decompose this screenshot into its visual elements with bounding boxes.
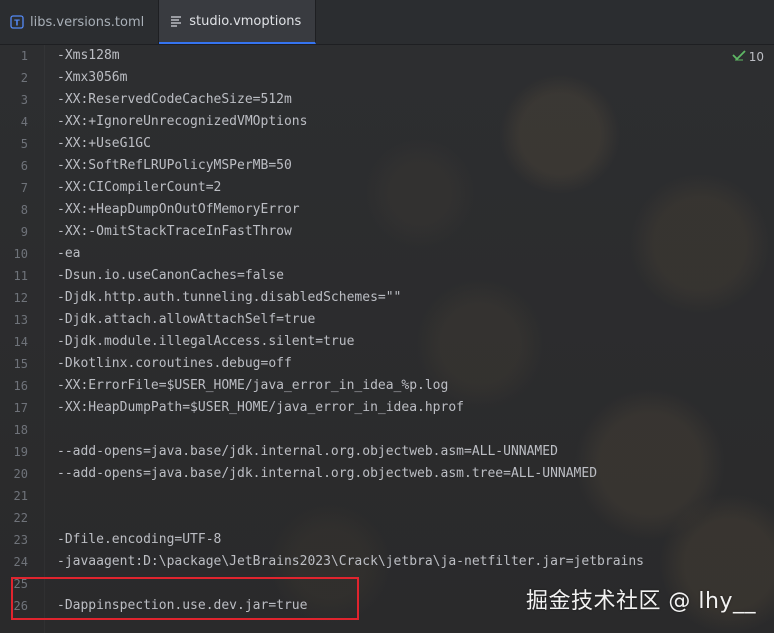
text-file-icon (169, 14, 183, 28)
code-line[interactable]: 3 -XX:ReservedCodeCacheSize=512m (0, 89, 774, 111)
code-line[interactable]: 8 -XX:+HeapDumpOnOutOfMemoryError (0, 199, 774, 221)
toml-file-icon: T (10, 15, 24, 29)
line-text[interactable]: -ea (57, 243, 80, 265)
line-number: 4 (20, 115, 28, 129)
line-text[interactable]: -Dsun.io.useCanonCaches=false (57, 265, 284, 287)
code-line[interactable]: 6 -XX:SoftRefLRUPolicyMSPerMB=50 (0, 155, 774, 177)
code-editor[interactable]: 10 1 -Xms128m 2 -Xmx3056m 3 -XX:ReservedCodeC… (0, 45, 774, 633)
code-line[interactable]: 14 -Djdk.module.illegalAccess.silent=true (0, 331, 774, 353)
line-text[interactable]: -XX:+IgnoreUnrecognizedVMOptions (57, 111, 307, 133)
code-line[interactable]: 11 -Dsun.io.useCanonCaches=false (0, 265, 774, 287)
line-text[interactable]: -Xms128m (57, 45, 120, 67)
line-number: 18 (13, 423, 28, 437)
svg-text:T: T (14, 19, 20, 28)
line-number: 3 (20, 93, 28, 107)
tab-label: studio.vmoptions (189, 13, 302, 29)
code-line[interactable]: 24 -javaagent:D:\package\JetBrains2023\Cr… (0, 551, 774, 573)
code-line[interactable]: 21 (0, 485, 774, 507)
code-line[interactable]: 22 (0, 507, 774, 529)
code-line[interactable]: 15 -Dkotlinx.coroutines.debug=off (0, 353, 774, 375)
line-number: 2 (20, 71, 28, 85)
line-number: 6 (20, 159, 28, 173)
line-text[interactable]: -XX:ErrorFile=$USER_HOME/java_error_in_i… (57, 375, 448, 397)
line-text[interactable]: -XX:+HeapDumpOnOutOfMemoryError (57, 199, 300, 221)
line-text[interactable]: -javaagent:D:\package\JetBrains2023\Crac… (57, 551, 644, 573)
line-text[interactable]: -Dfile.encoding=UTF-8 (57, 529, 221, 551)
code-line[interactable]: 23 -Dfile.encoding=UTF-8 (0, 529, 774, 551)
line-number: 24 (13, 555, 28, 569)
line-number: 19 (13, 445, 28, 459)
line-number: 1 (20, 49, 28, 63)
line-number: 20 (13, 467, 28, 481)
line-text[interactable]: -XX:HeapDumpPath=$USER_HOME/java_error_i… (57, 397, 464, 419)
tab-studio-vmoptions[interactable]: studio.vmoptions (159, 0, 317, 44)
code-line[interactable]: 17 -XX:HeapDumpPath=$USER_HOME/java_error… (0, 397, 774, 419)
code-line[interactable]: 7 -XX:CICompilerCount=2 (0, 177, 774, 199)
code-line[interactable]: 4 -XX:+IgnoreUnrecognizedVMOptions (0, 111, 774, 133)
line-number: 23 (13, 533, 28, 547)
line-text[interactable]: -XX:CICompilerCount=2 (57, 177, 221, 199)
line-number: 5 (20, 137, 28, 151)
code-line[interactable]: 16 -XX:ErrorFile=$USER_HOME/java_error_in… (0, 375, 774, 397)
code-line[interactable]: 9 -XX:-OmitStackTraceInFastThrow (0, 221, 774, 243)
line-text[interactable]: -Djdk.http.auth.tunneling.disabledScheme… (57, 287, 401, 309)
highlight-annotation-box (11, 577, 359, 620)
tab-libs-versions-toml[interactable]: T libs.versions.toml (0, 0, 160, 44)
code-line[interactable]: 13 -Djdk.attach.allowAttachSelf=true (0, 309, 774, 331)
line-text[interactable]: -XX:-OmitStackTraceInFastThrow (57, 221, 292, 243)
watermark-text: 掘金技术社区 @ lhy__ (525, 589, 756, 614)
code-line[interactable]: 5 -XX:+UseG1GC (0, 133, 774, 155)
line-number: 13 (13, 313, 28, 327)
line-text[interactable]: --add-opens=java.base/jdk.internal.org.o… (57, 441, 558, 463)
line-number: 16 (13, 379, 28, 393)
line-number: 22 (13, 511, 28, 525)
line-number: 8 (20, 203, 28, 217)
line-number: 21 (13, 489, 28, 503)
line-number: 9 (20, 225, 28, 239)
ide-window: T libs.versions.toml studio.vmoptions 10… (0, 0, 774, 633)
line-text[interactable]: -XX:+UseG1GC (57, 133, 151, 155)
line-text[interactable]: -Xmx3056m (57, 67, 127, 89)
line-number: 15 (13, 357, 28, 371)
tab-label: libs.versions.toml (30, 14, 145, 30)
code-line[interactable]: 18 (0, 419, 774, 441)
code-line[interactable]: 2 -Xmx3056m (0, 67, 774, 89)
code-line[interactable]: 12 -Djdk.http.auth.tunneling.disabledSche… (0, 287, 774, 309)
code-line[interactable]: 20 --add-opens=java.base/jdk.internal.org… (0, 463, 774, 485)
line-text[interactable]: --add-opens=java.base/jdk.internal.org.o… (57, 463, 597, 485)
line-number: 11 (13, 269, 28, 283)
line-number: 17 (13, 401, 28, 415)
code-line[interactable]: 1 -Xms128m (0, 45, 774, 67)
line-text[interactable]: -XX:ReservedCodeCacheSize=512m (57, 89, 292, 111)
line-number: 14 (13, 335, 28, 349)
line-text[interactable]: -XX:SoftRefLRUPolicyMSPerMB=50 (57, 155, 292, 177)
line-number: 10 (13, 247, 28, 261)
code-line[interactable]: 10 -ea (0, 243, 774, 265)
line-number: 7 (20, 181, 28, 195)
code-line[interactable]: 19 --add-opens=java.base/jdk.internal.org… (0, 441, 774, 463)
code-lines: 1 -Xms128m 2 -Xmx3056m 3 -XX:ReservedCodeCach… (0, 45, 774, 617)
editor-tab-bar: T libs.versions.toml studio.vmoptions (0, 0, 774, 45)
line-text[interactable]: -Djdk.module.illegalAccess.silent=true (57, 331, 354, 353)
line-number: 12 (13, 291, 28, 305)
line-text[interactable]: -Dkotlinx.coroutines.debug=off (57, 353, 292, 375)
line-text[interactable]: -Djdk.attach.allowAttachSelf=true (57, 309, 315, 331)
